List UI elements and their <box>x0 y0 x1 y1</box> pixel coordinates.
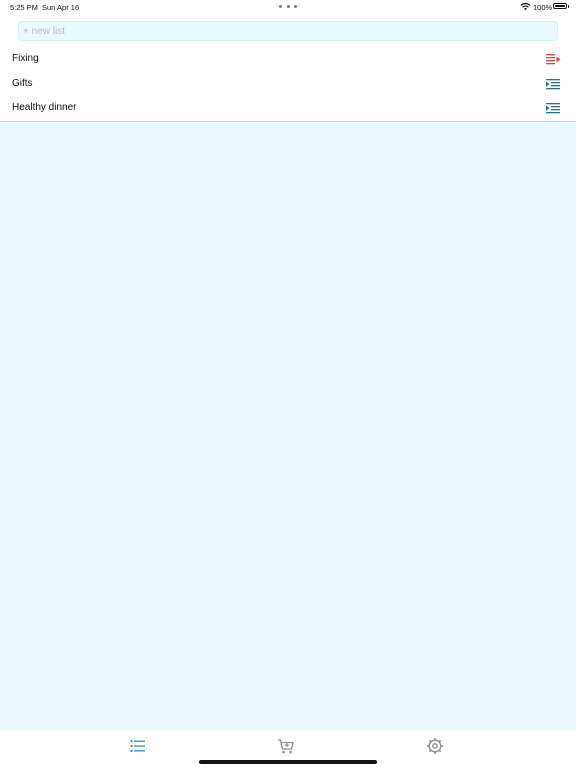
status-bar: 5:25 PM Sun Apr 16 100% <box>0 0 576 14</box>
new-list-input[interactable] <box>18 21 558 41</box>
list-item[interactable]: Fixing <box>0 48 576 72</box>
app-screen: 5:25 PM Sun Apr 16 100% Fixing <box>0 0 576 768</box>
list-indent-icon[interactable] <box>545 102 561 115</box>
wifi-icon <box>520 3 531 11</box>
lists-panel: 5:25 PM Sun Apr 16 100% Fixing <box>0 0 576 122</box>
list-item[interactable]: Gifts <box>0 73 576 97</box>
list-indent-icon[interactable] <box>545 78 561 91</box>
list-icon[interactable] <box>129 737 147 755</box>
status-time: 5:25 PM <box>10 3 38 12</box>
list-item-label: Gifts <box>12 78 33 89</box>
list-item-label: Healthy dinner <box>12 102 77 113</box>
battery-percentage: 100% <box>533 3 553 12</box>
list-item-label: Fixing <box>12 53 39 64</box>
home-indicator[interactable] <box>199 760 377 764</box>
cart-icon[interactable] <box>277 737 295 755</box>
settings-icon[interactable] <box>426 737 444 755</box>
multitasking-dots-icon[interactable] <box>279 2 297 10</box>
list-divider <box>0 121 576 122</box>
battery-icon <box>553 3 569 9</box>
list-delete-icon[interactable] <box>545 53 561 66</box>
list-item[interactable]: Healthy dinner <box>0 97 576 121</box>
status-date: Sun Apr 16 <box>42 3 80 12</box>
